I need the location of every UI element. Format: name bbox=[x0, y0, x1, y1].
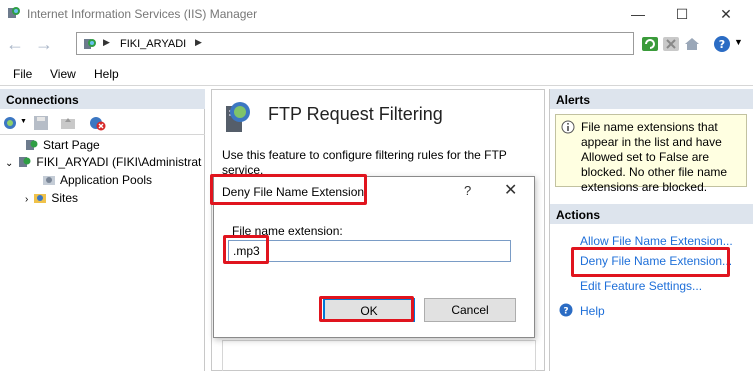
menu-view[interactable]: View bbox=[50, 67, 76, 81]
minimize-icon[interactable]: — bbox=[628, 4, 648, 24]
tree-item-app-pools[interactable]: Application Pools bbox=[42, 173, 152, 187]
ftp-feature-icon bbox=[226, 102, 250, 132]
feature-list[interactable] bbox=[222, 340, 536, 371]
breadcrumb-arrow-icon: ▶ bbox=[103, 37, 110, 47]
chevron-down-icon[interactable]: ⌄ bbox=[5, 158, 13, 169]
feature-description: Use this feature to configure filtering … bbox=[222, 148, 507, 177]
connect-icon[interactable] bbox=[3, 115, 19, 131]
tree-item-start-page[interactable]: Start Page bbox=[25, 138, 100, 152]
disconnect-icon[interactable] bbox=[89, 115, 107, 131]
sites-icon bbox=[34, 194, 47, 203]
home-icon[interactable] bbox=[683, 35, 701, 53]
server-icon bbox=[19, 157, 31, 167]
server-icon bbox=[84, 39, 96, 49]
tree-item-label: Sites bbox=[51, 191, 79, 205]
connect-dropdown-icon[interactable]: ▼ bbox=[20, 118, 27, 125]
actions-header: Actions bbox=[550, 204, 753, 224]
help-dropdown-icon[interactable]: ▼ bbox=[734, 37, 743, 47]
maximize-icon[interactable]: ☐ bbox=[672, 4, 692, 24]
breadcrumb-arrow-icon[interactable]: ▶ bbox=[195, 37, 202, 48]
iis-app-icon bbox=[8, 7, 20, 18]
action-allow-extension[interactable]: Allow File Name Extension... bbox=[580, 234, 733, 248]
connections-toolbar: ▼ bbox=[0, 111, 205, 135]
svg-text:?: ? bbox=[563, 307, 568, 317]
dialog-title: Deny File Name Extension bbox=[222, 185, 365, 199]
title-bar: Internet Information Services (IIS) Mana… bbox=[0, 0, 753, 28]
address-bar[interactable]: ▶ FIKI_ARYADI ▶ bbox=[76, 32, 634, 55]
tree-item-sites[interactable]: › Sites bbox=[25, 191, 78, 205]
ok-button[interactable]: OK bbox=[323, 298, 415, 322]
action-deny-extension[interactable]: Deny File Name Extension... bbox=[580, 254, 732, 268]
address-segment[interactable]: FIKI_ARYADI bbox=[120, 38, 186, 50]
extension-field-label: File name extension: bbox=[232, 224, 343, 238]
svg-text:?: ? bbox=[719, 38, 725, 51]
tree-item-server[interactable]: ⌄ FIKI_ARYADI (FIKI\Administrat bbox=[5, 155, 201, 169]
connections-panel: Connections ▼ Start Page ⌄ FIKI_ARYADI (… bbox=[0, 89, 205, 371]
alert-message: File name extensions that appear in the … bbox=[581, 120, 728, 194]
alert-box: File name extensions that appear in the … bbox=[555, 114, 747, 194]
action-help[interactable]: Help bbox=[580, 304, 605, 318]
chevron-right-icon[interactable]: › bbox=[25, 194, 28, 205]
app-pools-icon bbox=[43, 176, 55, 185]
help-icon[interactable]: ? bbox=[713, 35, 731, 53]
alerts-header: Alerts bbox=[550, 89, 753, 109]
close-icon[interactable]: ✕ bbox=[716, 4, 736, 24]
menu-bar: File View Help bbox=[0, 62, 753, 86]
extension-input[interactable]: .mp3 bbox=[228, 240, 511, 262]
navigation-bar: ← → ▶ FIKI_ARYADI ▶ ? ▼ bbox=[0, 28, 753, 60]
save-icon[interactable] bbox=[33, 115, 49, 131]
help-icon: ? bbox=[559, 303, 573, 317]
dialog-help-button[interactable]: ? bbox=[464, 183, 471, 198]
back-icon[interactable]: ← bbox=[4, 34, 26, 56]
tree-item-label: Start Page bbox=[43, 138, 100, 152]
actions-panel: Alerts File name extensions that appear … bbox=[549, 89, 753, 371]
window-title: Internet Information Services (IIS) Mana… bbox=[27, 7, 258, 21]
forward-icon[interactable]: → bbox=[33, 34, 55, 56]
menu-file[interactable]: File bbox=[13, 67, 32, 81]
cancel-button[interactable]: Cancel bbox=[424, 298, 516, 322]
stop-icon[interactable] bbox=[662, 35, 680, 53]
start-page-icon bbox=[26, 140, 38, 150]
tree-item-label: FIKI_ARYADI (FIKI\Administrat bbox=[36, 155, 202, 169]
info-icon bbox=[561, 120, 575, 134]
feature-title: FTP Request Filtering bbox=[268, 104, 443, 124]
folder-up-icon[interactable] bbox=[60, 115, 76, 131]
dialog-close-icon[interactable]: ✕ bbox=[504, 180, 517, 200]
refresh-icon[interactable] bbox=[641, 35, 659, 53]
menu-help[interactable]: Help bbox=[94, 67, 119, 81]
deny-extension-dialog: Deny File Name Extension ? ✕ File name e… bbox=[213, 176, 535, 338]
action-edit-settings[interactable]: Edit Feature Settings... bbox=[580, 279, 702, 293]
tree-item-label: Application Pools bbox=[60, 173, 153, 187]
connections-header: Connections bbox=[0, 89, 205, 109]
